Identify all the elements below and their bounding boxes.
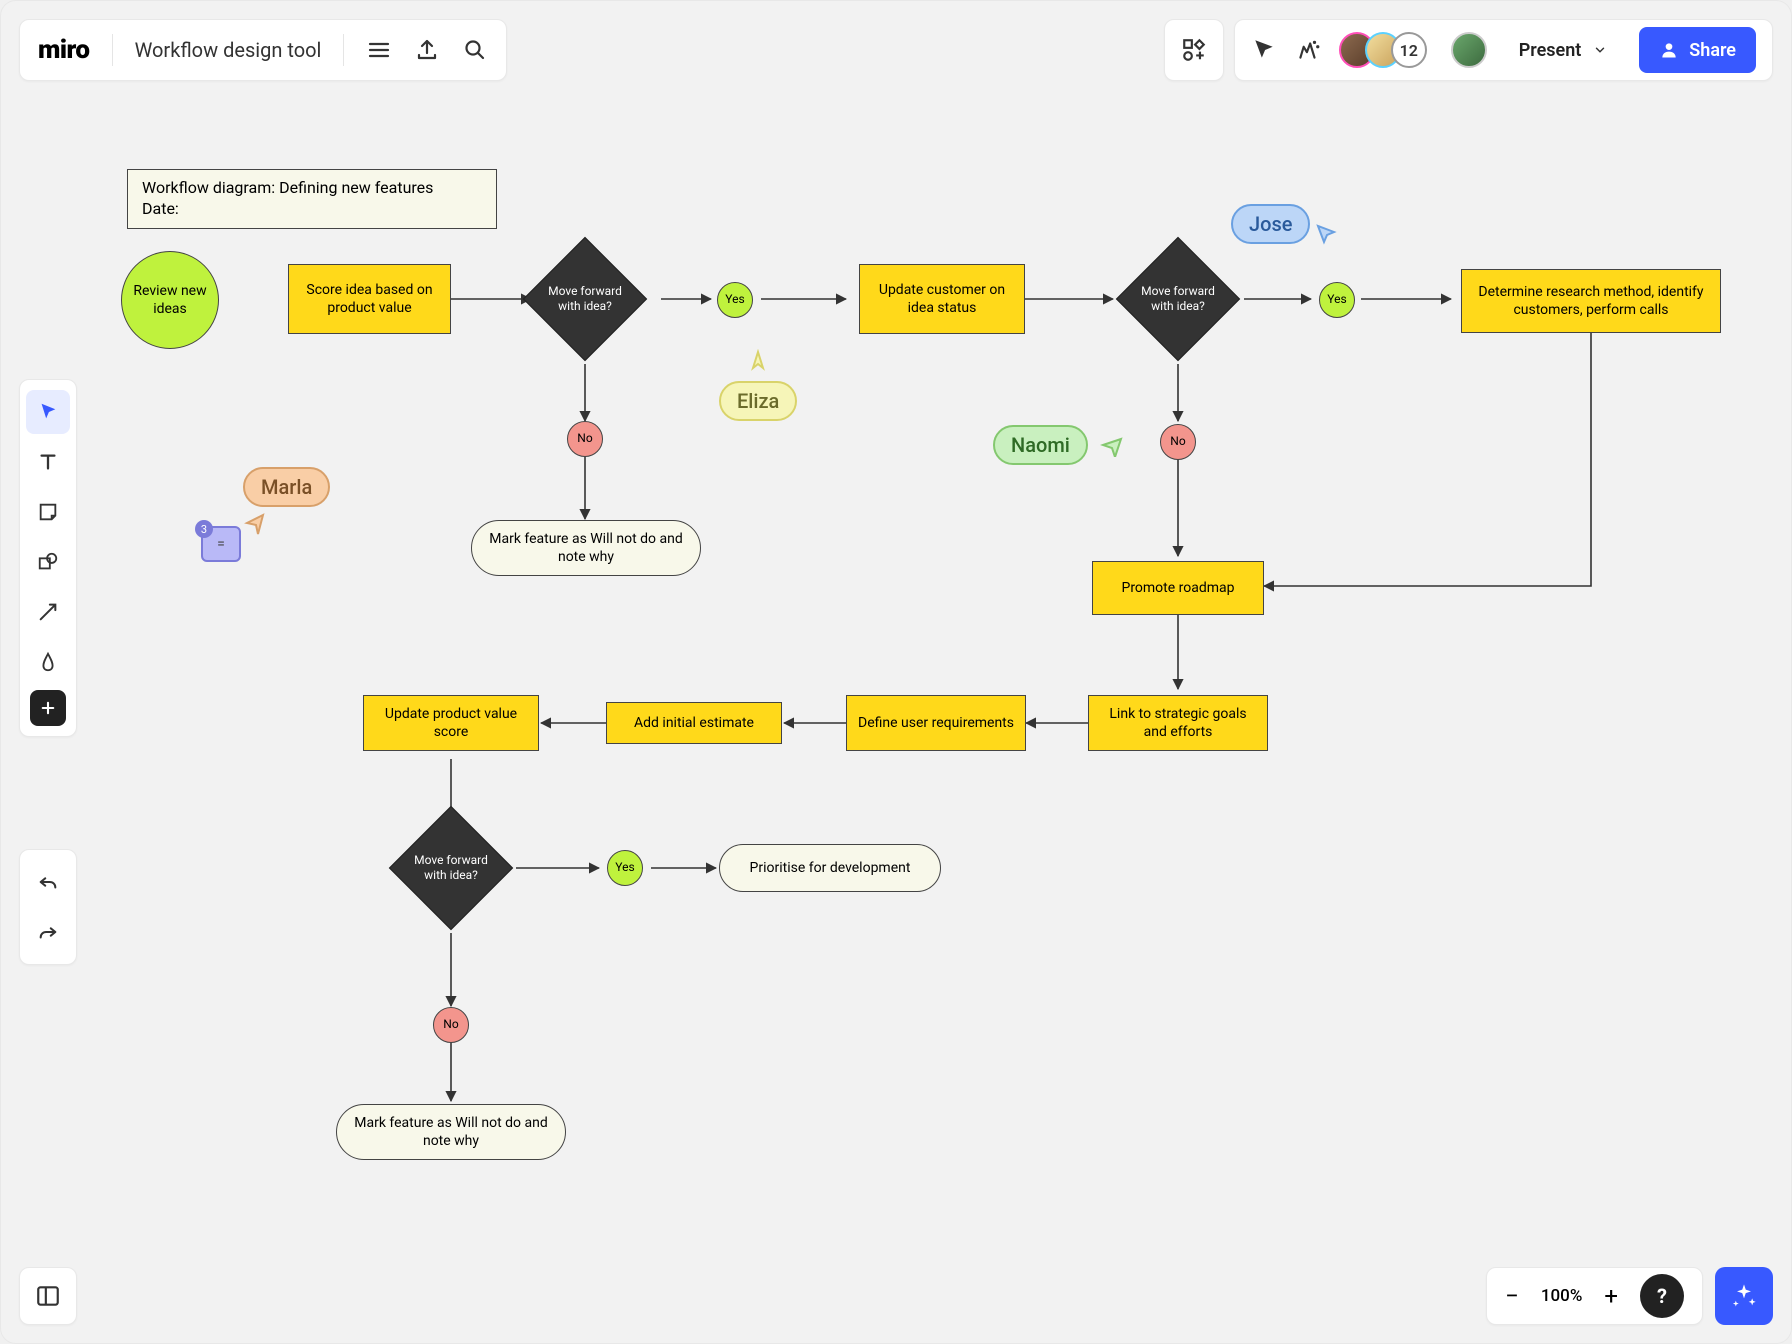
node-research-label: Determine research method, identify cust… xyxy=(1472,283,1710,319)
canvas[interactable]: Workflow diagram: Defining new features … xyxy=(1,1,1791,1343)
cursor-pointer-icon xyxy=(1100,433,1124,457)
title-line2: Date: xyxy=(142,199,482,220)
node-start-label: Review new ideas xyxy=(122,282,218,318)
cursor-marla-label: Marla xyxy=(243,467,330,507)
node-decide3-label: Move forward with idea? xyxy=(408,853,494,883)
node-decide3[interactable]: Move forward with idea? xyxy=(389,806,513,930)
node-estimate[interactable]: Add initial estimate xyxy=(606,702,782,744)
node-decide1[interactable]: Move forward with idea? xyxy=(523,237,647,361)
cursor-naomi-label: Naomi xyxy=(993,425,1088,465)
node-update-customer[interactable]: Update customer on idea status xyxy=(859,264,1025,334)
node-decide2-label: Move forward with idea? xyxy=(1135,284,1221,314)
node-yes2[interactable]: Yes xyxy=(1319,282,1355,318)
node-update-score-label: Update product value score xyxy=(374,705,528,741)
node-mark1[interactable]: Mark feature as Will not do and note why xyxy=(471,520,701,576)
node-estimate-label: Add initial estimate xyxy=(634,714,754,732)
node-prioritise-label: Prioritise for development xyxy=(750,859,911,877)
cursor-eliza: Eliza xyxy=(719,349,797,421)
node-no1-label: No xyxy=(577,431,592,447)
cursor-eliza-label: Eliza xyxy=(719,381,797,421)
node-research[interactable]: Determine research method, identify cust… xyxy=(1461,269,1721,333)
cursor-jose: Jose xyxy=(1231,201,1338,247)
cursor-pointer-icon xyxy=(746,349,770,373)
node-decide1-label: Move forward with idea? xyxy=(542,284,628,314)
node-yes1[interactable]: Yes xyxy=(717,282,753,318)
node-mark1-label: Mark feature as Will not do and note why xyxy=(486,530,686,566)
title-line1: Workflow diagram: Defining new features xyxy=(142,178,482,199)
node-update-customer-label: Update customer on idea status xyxy=(870,281,1014,317)
node-decide2[interactable]: Move forward with idea? xyxy=(1116,237,1240,361)
node-mark2[interactable]: Mark feature as Will not do and note why xyxy=(336,1104,566,1160)
node-yes1-label: Yes xyxy=(725,292,744,308)
cursor-pointer-icon xyxy=(243,511,267,535)
cursor-jose-label: Jose xyxy=(1231,204,1310,244)
node-link[interactable]: Link to strategic goals and efforts xyxy=(1088,695,1268,751)
node-link-label: Link to strategic goals and efforts xyxy=(1099,705,1257,741)
node-define-label: Define user requirements xyxy=(858,714,1014,732)
node-no2[interactable]: No xyxy=(1160,424,1196,460)
node-no1[interactable]: No xyxy=(567,421,603,457)
comment-icon[interactable]: =3 xyxy=(201,526,241,562)
cursor-marla: Marla xyxy=(243,467,330,535)
node-score[interactable]: Score idea based on product value xyxy=(288,264,451,334)
node-mark2-label: Mark feature as Will not do and note why xyxy=(351,1114,551,1150)
node-no3-label: No xyxy=(443,1017,458,1033)
node-promote[interactable]: Promote roadmap xyxy=(1092,561,1264,615)
node-yes2-label: Yes xyxy=(1327,292,1346,308)
node-start[interactable]: Review new ideas xyxy=(121,251,219,349)
node-yes3[interactable]: Yes xyxy=(607,850,643,886)
node-prioritise[interactable]: Prioritise for development xyxy=(719,844,941,892)
title-box[interactable]: Workflow diagram: Defining new features … xyxy=(127,169,497,229)
node-yes3-label: Yes xyxy=(615,860,634,876)
comment-badge: 3 xyxy=(195,520,213,538)
node-update-score[interactable]: Update product value score xyxy=(363,695,539,751)
node-score-label: Score idea based on product value xyxy=(299,281,440,317)
cursor-pointer-icon xyxy=(1314,223,1338,247)
node-no2-label: No xyxy=(1170,434,1185,450)
node-define[interactable]: Define user requirements xyxy=(846,695,1026,751)
node-no3[interactable]: No xyxy=(433,1007,469,1043)
node-promote-label: Promote roadmap xyxy=(1121,579,1234,597)
cursor-naomi: Naomi xyxy=(993,425,1124,465)
